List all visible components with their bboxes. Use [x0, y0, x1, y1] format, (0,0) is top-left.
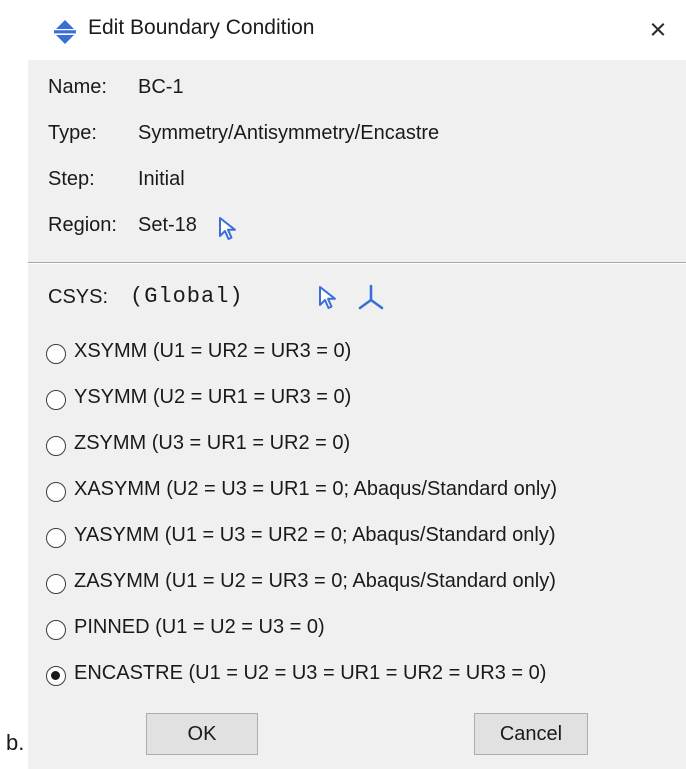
region-value: Set-18	[138, 214, 197, 236]
option-label: YASYMM (U1 = U3 = UR2 = 0; Abaqus/Standa…	[74, 524, 556, 546]
step-label: Step:	[48, 168, 95, 190]
csys-value: (Global)	[130, 284, 244, 309]
section-divider	[28, 262, 686, 264]
option-xasymm[interactable]: XASYMM (U2 = U3 = UR1 = 0; Abaqus/Standa…	[46, 475, 676, 511]
csys-label: CSYS:	[48, 286, 109, 308]
dialog-title: Edit Boundary Condition	[88, 16, 315, 39]
option-label: YSYMM (U2 = UR1 = UR3 = 0)	[74, 386, 352, 408]
name-value: BC-1	[138, 76, 184, 98]
region-row: Region: Set-18	[48, 214, 268, 244]
region-label: Region:	[48, 214, 117, 236]
option-label: PINNED (U1 = U2 = U3 = 0)	[74, 616, 325, 638]
radio-button[interactable]	[46, 344, 66, 364]
axis-triad-icon[interactable]	[356, 283, 386, 311]
radio-button-selected[interactable]	[46, 666, 66, 686]
type-value: Symmetry/Antisymmetry/Encastre	[138, 122, 440, 144]
type-label: Type:	[48, 122, 97, 144]
edit-boundary-condition-dialog: Edit Boundary Condition × Name: BC-1 Typ…	[28, 0, 686, 769]
option-zasymm[interactable]: ZASYMM (U1 = U2 = UR3 = 0; Abaqus/Standa…	[46, 567, 676, 603]
cancel-button[interactable]: Cancel	[474, 713, 588, 755]
option-pinned[interactable]: PINNED (U1 = U2 = U3 = 0)	[46, 613, 666, 649]
ok-button[interactable]: OK	[146, 713, 258, 755]
step-value: Initial	[138, 168, 185, 190]
option-label: XSYMM (U1 = UR2 = UR3 = 0)	[74, 340, 352, 362]
select-arrow-icon[interactable]	[216, 216, 240, 242]
select-arrow-icon[interactable]	[316, 285, 340, 311]
close-button[interactable]: ×	[640, 11, 676, 49]
option-zsymm[interactable]: ZSYMM (U3 = UR1 = UR2 = 0)	[46, 429, 666, 465]
boundary-condition-icon	[54, 20, 76, 44]
option-label: ZASYMM (U1 = U2 = UR3 = 0; Abaqus/Standa…	[74, 570, 556, 592]
option-encastre[interactable]: ENCASTRE (U1 = U2 = U3 = UR1 = UR2 = UR3…	[46, 659, 666, 695]
option-label: ZSYMM (U3 = UR1 = UR2 = 0)	[74, 432, 351, 454]
screenshot-canvas: b. Edit Boundary Condition × Name: BC-1 …	[0, 0, 686, 769]
radio-button[interactable]	[46, 482, 66, 502]
option-label: XASYMM (U2 = U3 = UR1 = 0; Abaqus/Standa…	[74, 478, 558, 500]
figure-caption: b.	[6, 730, 25, 755]
title-bar: Edit Boundary Condition ×	[28, 0, 686, 60]
close-icon: ×	[649, 13, 667, 46]
radio-button[interactable]	[46, 436, 66, 456]
radio-button[interactable]	[46, 620, 66, 640]
option-xsymm[interactable]: XSYMM (U1 = UR2 = UR3 = 0)	[46, 337, 666, 373]
csys-row: CSYS: (Global)	[48, 282, 408, 316]
name-label: Name:	[48, 76, 107, 98]
option-yasymm[interactable]: YASYMM (U1 = U3 = UR2 = 0; Abaqus/Standa…	[46, 521, 676, 557]
option-label: ENCASTRE (U1 = U2 = U3 = UR1 = UR2 = UR3…	[74, 662, 547, 684]
radio-button[interactable]	[46, 574, 66, 594]
radio-button[interactable]	[46, 528, 66, 548]
option-ysymm[interactable]: YSYMM (U2 = UR1 = UR3 = 0)	[46, 383, 666, 419]
radio-button[interactable]	[46, 390, 66, 410]
